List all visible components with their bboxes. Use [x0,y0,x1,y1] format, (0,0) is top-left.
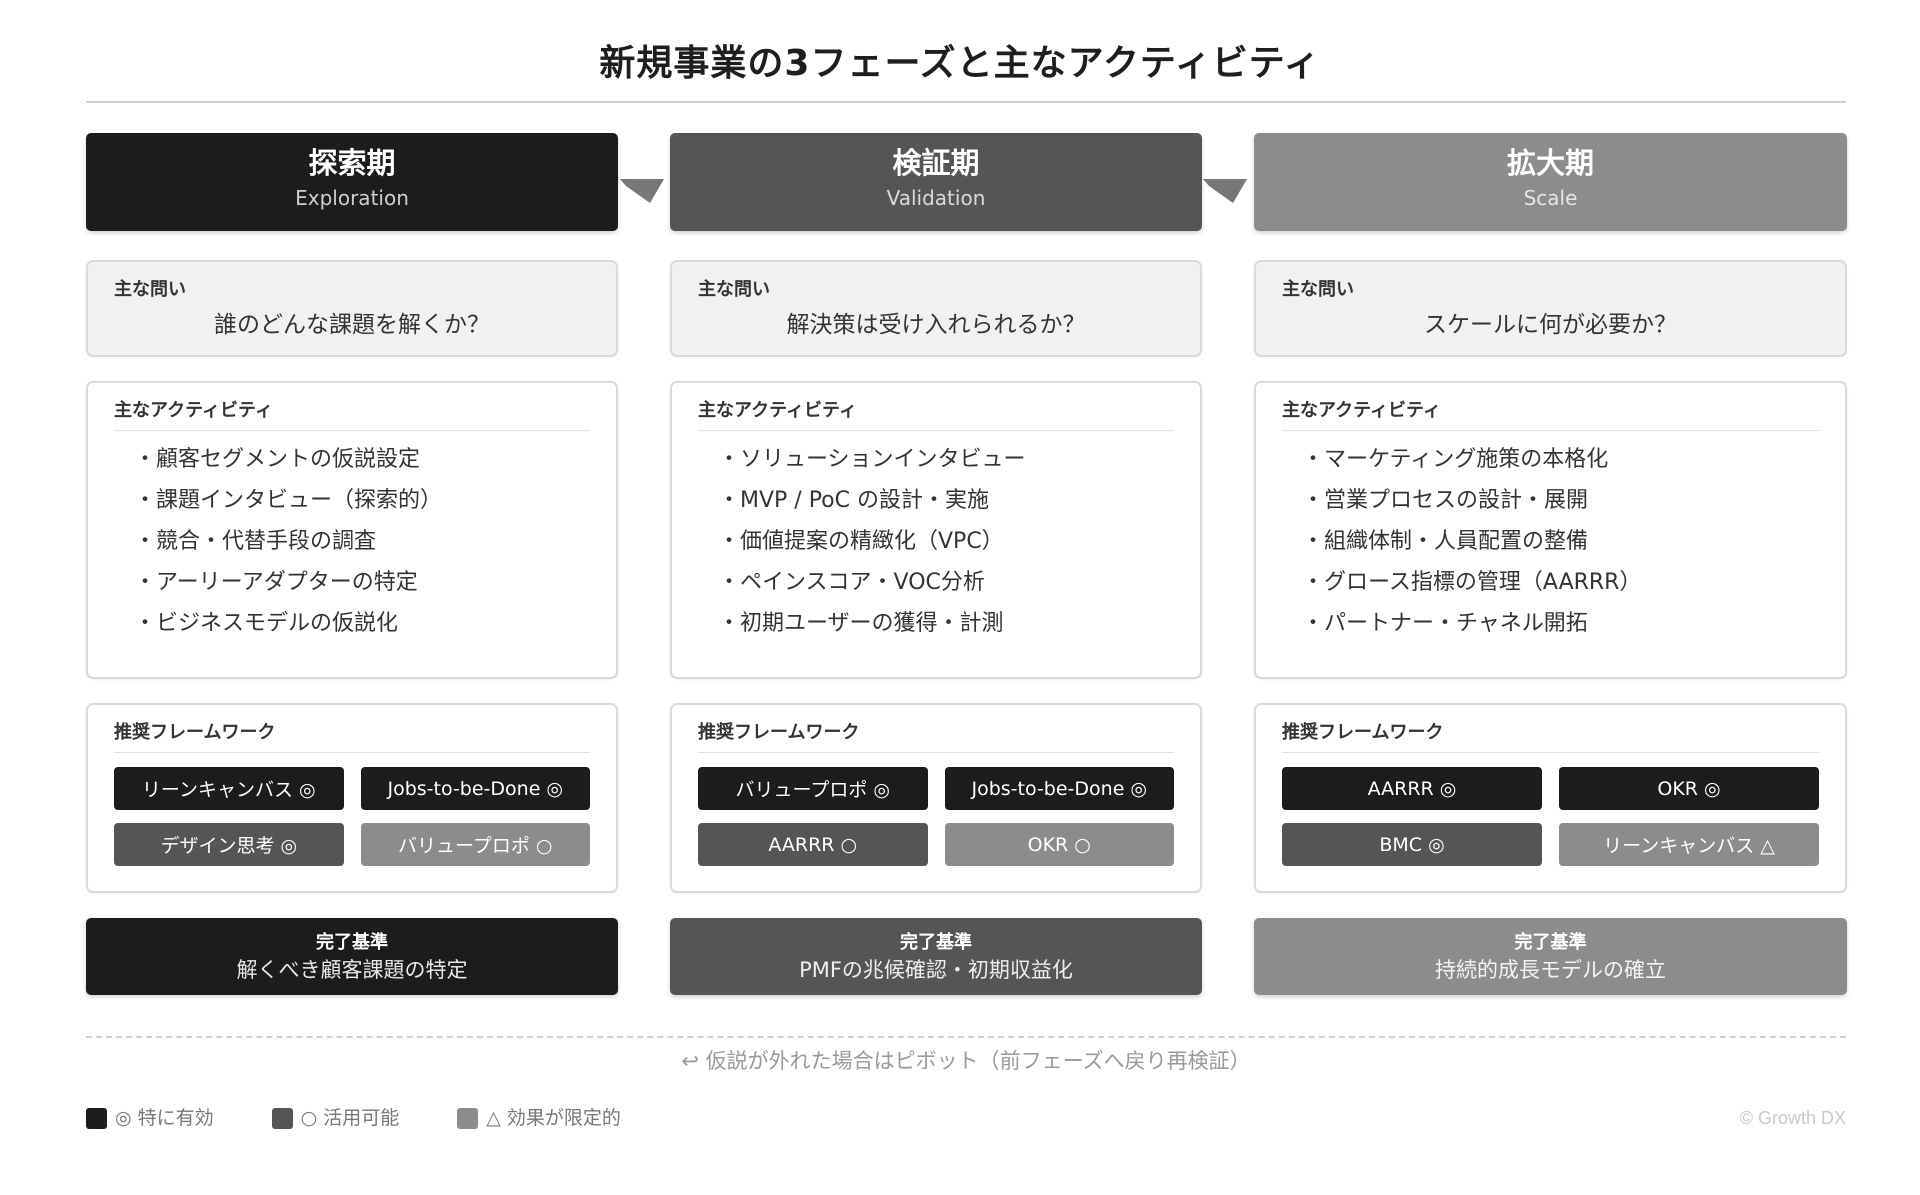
activity-list: ・ソリューションインタビュー ・MVP / PoC の設計・実施 ・価値提案の精… [698,439,1174,644]
section-divider [698,752,1174,753]
activities-label: 主なアクティビティ [1282,400,1441,421]
phase-english-name: Exploration [295,186,409,210]
framework-pill: AARRR ○ [698,823,928,866]
framework-pill: バリュープロポ ○ [360,823,590,866]
completion-criteria: 完了基準 持続的成長モデルの確立 [1254,918,1847,995]
framework-grid: AARRR ◎ OKR ◎ BMC ◎ リーンキャンバス △ [1282,767,1819,866]
phase-header: 検証期 Validation [670,133,1202,231]
legend-swatch [271,1107,293,1129]
frameworks-box: 推奨フレームワーク AARRR ◎ OKR ◎ BMC ◎ リーンキャンバス △ [1254,703,1847,893]
question-text: スケールに何が必要か？ [1424,312,1677,338]
framework-grid: リーンキャンバス ◎ Jobs-to-be-Done ◎ デザイン思考 ◎ バリ… [114,767,590,866]
phase-column-scale: 拡大期 Scale 主な問い スケールに何が必要か？ 主なアクティビティ ・マー… [1254,133,1847,995]
frameworks-label: 推奨フレームワーク [698,722,860,743]
question-box: 主な問い 解決策は受け入れられるか？ [670,260,1202,357]
list-item: ・競合・代替手段の調査 [134,529,377,554]
framework-pill: デザイン思考 ◎ [114,823,344,866]
list-item: ・組織体制・人員配置の整備 [1302,529,1589,554]
completion-criteria: 完了基準 解くべき顧客課題の特定 [86,918,618,995]
dashed-divider [86,1036,1846,1038]
activities-box: 主なアクティビティ ・ソリューションインタビュー ・MVP / PoC の設計・… [670,381,1202,679]
criteria-label: 完了基準 [900,932,972,953]
framework-pill: OKR ◎ [1559,767,1819,810]
question-box: 主な問い 誰のどんな課題を解くか？ [86,260,618,357]
pivot-note: ↩ 仮説が外れた場合はピボット（前フェーズへ戻り再検証） [681,1049,1251,1073]
list-item: ・グロース指標の管理（AARRR） [1302,570,1642,595]
criteria-text: PMFの兆候確認・初期収益化 [799,958,1073,982]
list-item: ・価値提案の精緻化（VPC） [718,529,1004,554]
activities-box: 主なアクティビティ ・顧客セグメントの仮説設定 ・課題インタビュー（探索的） ・… [86,381,618,679]
framework-pill: AARRR ◎ [1282,767,1542,810]
list-item: ・アーリーアダプターの特定 [134,570,418,595]
question-label: 主な問い [698,279,770,300]
legend-label: ○ 活用可能 [300,1107,400,1129]
legend-item: ◎ 特に有効 [86,1106,214,1130]
list-item: ・ペインスコア・VOC分析 [718,570,985,595]
legend-swatch [86,1107,107,1129]
section-divider [1282,752,1819,753]
list-item: ・営業プロセスの設計・展開 [1302,488,1589,513]
legend-swatch [457,1107,479,1129]
criteria-text: 持続的成長モデルの確立 [1435,958,1666,982]
list-item: ・課題インタビュー（探索的） [134,488,443,513]
frameworks-label: 推奨フレームワーク [114,722,276,743]
list-item: ・ソリューションインタビュー [718,447,1026,472]
list-item: ・初期ユーザーの獲得・計測 [718,611,1004,636]
framework-pill: BMC ◎ [1282,823,1542,866]
phase-arrow-icon [620,179,664,203]
page-title: 新規事業の3フェーズと主なアクティビティ [599,43,1321,84]
list-item: ・パートナー・チャネル開拓 [1302,611,1588,636]
phase-column-exploration: 探索期 Exploration 主な問い 誰のどんな課題を解くか？ 主なアクティ… [86,133,618,995]
phase-column-validation: 検証期 Validation 主な問い 解決策は受け入れられるか？ 主なアクティ… [670,133,1202,995]
section-divider [698,430,1174,431]
activities-box: 主なアクティビティ ・マーケティング施策の本格化 ・営業プロセスの設計・展開 ・… [1254,381,1847,679]
framework-grid: バリュープロポ ◎ Jobs-to-be-Done ◎ AARRR ○ OKR … [698,767,1174,866]
list-item: ・MVP / PoC の設計・実施 [718,488,989,513]
frameworks-box: 推奨フレームワーク バリュープロポ ◎ Jobs-to-be-Done ◎ AA… [670,703,1202,893]
phase-name: 探索期 [308,146,396,180]
legend-item: ○ 活用可能 [271,1106,400,1130]
phase-name: 検証期 [892,146,980,180]
question-label: 主な問い [1282,279,1354,300]
question-label: 主な問い [114,279,186,300]
legend-label: ◎ 特に有効 [115,1107,214,1129]
phase-header: 探索期 Exploration [86,133,618,231]
question-text: 誰のどんな課題を解くか？ [214,312,490,338]
framework-pill: リーンキャンバス ◎ [114,767,344,810]
list-item: ・顧客セグメントの仮説設定 [134,447,421,472]
framework-pill: バリュープロポ ◎ [698,767,928,810]
title-divider [86,101,1846,103]
question-text: 解決策は受け入れられるか？ [786,312,1086,338]
framework-pill: Jobs-to-be-Done ◎ [944,767,1174,810]
criteria-label: 完了基準 [316,932,388,953]
criteria-text: 解くべき顧客課題の特定 [236,958,468,982]
phase-english-name: Scale [1523,186,1578,210]
section-divider [1282,430,1819,431]
legend: ◎ 特に有効 ○ 活用可能 △ 効果が限定的 [86,1106,679,1130]
activity-list: ・顧客セグメントの仮説設定 ・課題インタビュー（探索的） ・競合・代替手段の調査… [114,439,590,644]
frameworks-label: 推奨フレームワーク [1282,722,1444,743]
question-box: 主な問い スケールに何が必要か？ [1254,260,1847,357]
copyright: © Growth DX [1739,1108,1846,1128]
list-item: ・ビジネスモデルの仮説化 [134,611,399,636]
legend-label: △ 効果が限定的 [486,1107,621,1129]
frameworks-box: 推奨フレームワーク リーンキャンバス ◎ Jobs-to-be-Done ◎ デ… [86,703,618,893]
framework-pill: リーンキャンバス △ [1559,823,1819,866]
activities-label: 主なアクティビティ [114,400,273,421]
phase-name: 拡大期 [1506,146,1594,180]
legend-item: △ 効果が限定的 [457,1106,621,1130]
phase-header: 拡大期 Scale [1254,133,1847,231]
criteria-label: 完了基準 [1514,932,1587,953]
framework-pill: OKR ○ [944,823,1174,866]
completion-criteria: 完了基準 PMFの兆候確認・初期収益化 [670,918,1202,995]
section-divider [114,752,590,753]
phase-english-name: Validation [886,186,986,210]
section-divider [114,430,590,431]
activities-label: 主なアクティビティ [698,400,857,421]
framework-pill: Jobs-to-be-Done ◎ [360,767,590,810]
activity-list: ・マーケティング施策の本格化 ・営業プロセスの設計・展開 ・組織体制・人員配置の… [1282,439,1819,644]
phase-arrow-icon [1203,179,1247,203]
list-item: ・マーケティング施策の本格化 [1302,447,1609,472]
